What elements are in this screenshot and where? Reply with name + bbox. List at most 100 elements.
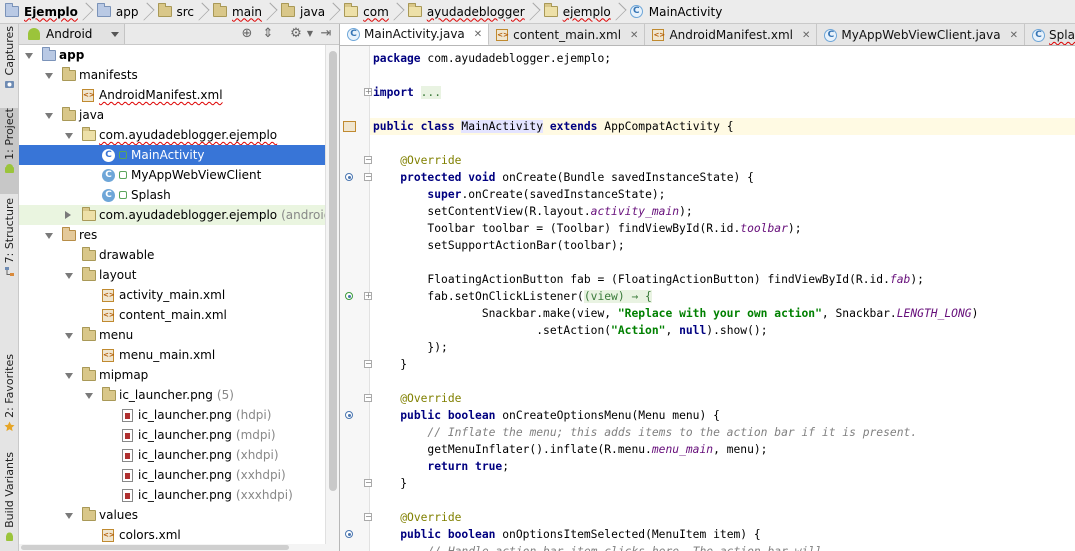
captures-tool-tab[interactable]: Captures <box>0 26 19 98</box>
tree-item-suffix: (androidTest) <box>281 208 326 222</box>
editor-gutter[interactable]: + − − + − − − − <box>340 46 372 551</box>
code-line: }); <box>370 339 1075 356</box>
breadcrumb-label: ayudadeblogger <box>426 4 525 19</box>
code-token: , Snackbar. <box>821 307 897 320</box>
tree-row[interactable]: menu <box>19 325 326 345</box>
class-icon: C <box>824 28 838 42</box>
expand-arrow-icon[interactable] <box>65 211 71 219</box>
code-token: onCreate(Bundle savedInstanceState) { <box>502 171 754 184</box>
tree-row[interactable]: ic_launcher.png (5) <box>19 385 326 405</box>
folder-icon <box>62 66 76 81</box>
tree-row[interactable]: app <box>19 45 326 65</box>
breadcrumb-item[interactable]: ayudadeblogger <box>403 0 539 23</box>
tree-row[interactable]: ic_launcher.png (mdpi) <box>19 425 326 445</box>
close-tab-icon[interactable]: ✕ <box>630 30 638 41</box>
tree-row[interactable]: <> activity_main.xml <box>19 285 326 305</box>
collapse-arrow-icon[interactable] <box>65 133 73 139</box>
tree-row[interactable]: res <box>19 225 326 245</box>
tree-row[interactable]: ic_launcher.png (xxhdpi) <box>19 465 326 485</box>
tree-row[interactable]: manifests <box>19 65 326 85</box>
project-tree-vertical-scrollbar[interactable] <box>325 45 339 551</box>
tree-row[interactable]: ic_launcher.png (xhdpi) <box>19 445 326 465</box>
res-folder-icon <box>62 226 76 241</box>
editor-tab[interactable]: C Splash.java <box>1025 24 1075 45</box>
collapse-arrow-icon[interactable] <box>65 333 73 339</box>
code-token: ) <box>971 307 979 320</box>
code-token: Toolbar toolbar = (Toolbar) findViewById… <box>373 222 741 235</box>
tree-row[interactable]: java <box>19 105 326 125</box>
tree-row[interactable]: C MyAppWebViewClient <box>19 165 326 185</box>
collapse-arrow-icon[interactable] <box>45 233 53 239</box>
tree-row[interactable]: values <box>19 505 326 525</box>
editor-tab[interactable]: C MyAppWebViewClient.java ✕ <box>817 24 1025 45</box>
breadcrumb-item[interactable]: src <box>153 0 209 23</box>
tree-item-label: ic_launcher.png <box>138 468 232 482</box>
scroll-from-source-icon[interactable]: ⊕ <box>240 27 254 41</box>
breadcrumb-item[interactable]: C MainActivity <box>625 0 727 23</box>
breadcrumb-item[interactable]: com <box>339 0 403 23</box>
tree-row[interactable]: <> menu_main.xml <box>19 345 326 365</box>
breadcrumb-item[interactable]: ejemplo <box>539 0 625 23</box>
tree-item-label: menu_main.xml <box>119 348 216 362</box>
tree-row[interactable]: ic_launcher.png (hdpi) <box>19 405 326 425</box>
build-variants-tool-tab[interactable]: Build Variants <box>0 452 19 544</box>
tree-row[interactable]: drawable <box>19 245 326 265</box>
project-view-selector[interactable]: Android <box>19 24 125 44</box>
lambda-marker-icon[interactable] <box>345 292 353 300</box>
breadcrumb-item[interactable]: Ejemplo <box>0 0 92 23</box>
tree-item-label: java <box>79 108 105 122</box>
tree-row[interactable]: <> colors.xml <box>19 525 326 545</box>
collapse-arrow-icon[interactable] <box>65 373 73 379</box>
favorites-tool-tab[interactable]: 2: Favorites <box>0 354 19 434</box>
collapse-arrow-icon[interactable] <box>45 73 53 79</box>
breadcrumb-item[interactable]: app <box>92 0 153 23</box>
class-marker-icon[interactable] <box>343 121 356 132</box>
override-method-icon[interactable] <box>345 411 353 419</box>
horizontal-scroll-thumb[interactable] <box>21 545 289 550</box>
breadcrumb-label: MainActivity <box>648 4 723 19</box>
collapse-arrow-icon[interactable] <box>45 113 53 119</box>
gear-icon[interactable]: ⚙ <box>289 27 303 41</box>
code-token: ... <box>420 86 442 99</box>
collapse-all-icon[interactable]: ⇕ <box>261 27 275 41</box>
close-tab-icon[interactable]: ✕ <box>1010 30 1018 41</box>
class-icon: C <box>1032 28 1045 42</box>
breadcrumb-item[interactable]: main <box>208 0 276 23</box>
code-line: return true; <box>370 458 1075 475</box>
tree-row[interactable]: layout <box>19 265 326 285</box>
editor-tab[interactable]: <> content_main.xml ✕ <box>489 24 646 45</box>
tree-row[interactable]: C MainActivity <box>19 145 326 165</box>
tree-item-suffix: (xhdpi) <box>235 448 279 462</box>
override-method-icon[interactable] <box>345 173 353 181</box>
collapse-arrow-icon[interactable] <box>65 513 73 519</box>
tree-item-suffix: (5) <box>216 388 234 402</box>
tree-row[interactable]: <> content_main.xml <box>19 305 326 325</box>
tree-row[interactable]: C Splash <box>19 185 326 205</box>
collapse-arrow-icon[interactable] <box>65 273 73 279</box>
code-token: @Override <box>400 154 462 167</box>
code-area[interactable]: package com.ayudadeblogger.ejemplo; impor… <box>370 46 1075 551</box>
editor-tab-bar: C MainActivity.java ✕ <> content_main.xml ✕ <>… <box>340 24 1075 46</box>
editor-tab[interactable]: C MainActivity.java ✕ <box>340 24 490 45</box>
tree-row[interactable]: <> AndroidManifest.xml <box>19 85 326 105</box>
tree-item: mipmap <box>82 365 148 385</box>
project-tree-horizontal-scrollbar[interactable] <box>19 544 326 551</box>
tree-row[interactable]: ic_launcher.png (xxxhdpi) <box>19 485 326 505</box>
collapse-arrow-icon[interactable] <box>25 53 33 59</box>
tree-row[interactable]: com.ayudadeblogger.ejemplo(androidTest) <box>19 205 326 225</box>
breadcrumb-item[interactable]: java <box>276 0 339 23</box>
code-token: Snackbar.make(view, <box>373 307 618 320</box>
close-tab-icon[interactable]: ✕ <box>474 29 482 40</box>
close-tab-icon[interactable]: ✕ <box>802 30 810 41</box>
editor-tab[interactable]: <> AndroidManifest.xml ✕ <box>645 24 818 45</box>
gear-dropdown-icon[interactable]: ▼ <box>303 27 317 41</box>
code-token: .onCreate(savedInstanceState); <box>461 188 666 201</box>
hide-panel-icon[interactable]: ⇥ <box>319 27 333 41</box>
vertical-scroll-thumb[interactable] <box>329 51 337 491</box>
collapse-arrow-icon[interactable] <box>85 393 93 399</box>
project-tool-tab[interactable]: 1: Project <box>0 108 19 194</box>
tree-row[interactable]: mipmap <box>19 365 326 385</box>
structure-tool-tab[interactable]: 7: Structure <box>0 198 19 282</box>
tree-row[interactable]: com.ayudadeblogger.ejemplo <box>19 125 326 145</box>
override-method-icon[interactable] <box>345 530 353 538</box>
